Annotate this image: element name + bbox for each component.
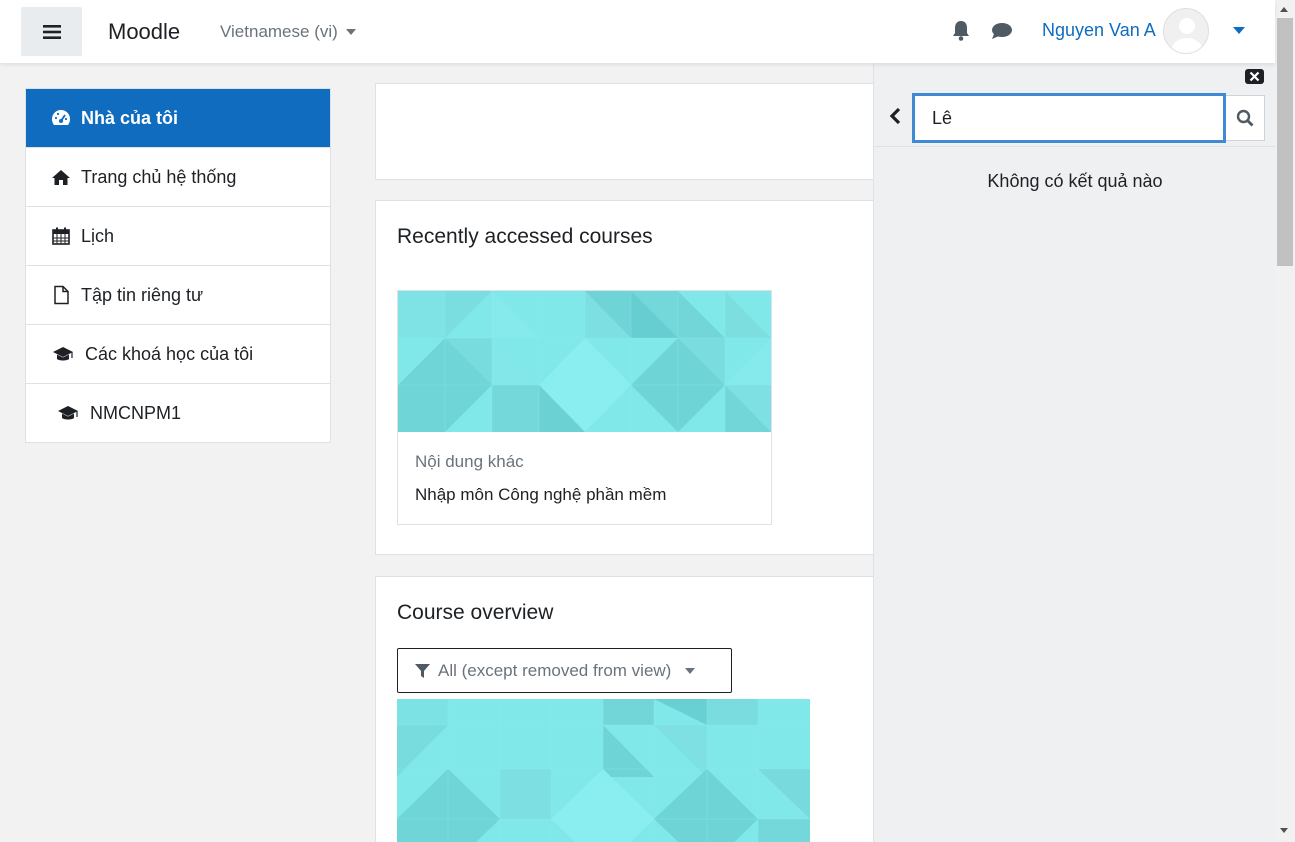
sidebar-item-course-nmcnpm1[interactable]: NMCNPM1 — [26, 384, 330, 442]
course-name-link[interactable]: Nhập môn Công nghệ phần mềm — [415, 485, 666, 505]
sidebar-item-label: Tập tin riêng tư — [81, 284, 204, 305]
page-scrollbar[interactable] — [1275, 0, 1295, 842]
language-menu[interactable]: Vietnamese (vi) — [220, 22, 356, 42]
dashboard-icon — [51, 110, 71, 125]
course-image[interactable] — [397, 699, 810, 842]
divider — [874, 146, 1276, 147]
course-category: Nội dung khác — [415, 452, 524, 471]
course-filter-dropdown[interactable]: All (except removed from view) — [397, 648, 732, 693]
message-drawer: Không có kết quả nào — [873, 63, 1276, 842]
sidebar-item-label: Trang chủ hệ thống — [81, 166, 237, 187]
avatar[interactable] — [1163, 8, 1209, 54]
course-image — [398, 291, 771, 432]
sidebar-item-calendar[interactable]: Lịch — [26, 207, 330, 266]
sidebar-item-my-courses[interactable]: Các khoá học của tôi — [26, 325, 330, 384]
block-title: Course overview — [397, 601, 554, 624]
scroll-down-arrow[interactable] — [1280, 828, 1288, 833]
message-search-input[interactable] — [912, 93, 1226, 143]
sidebar-item-label: Nhà của tôi — [81, 107, 179, 128]
menu-toggle-button[interactable] — [21, 7, 82, 56]
scroll-up-arrow[interactable] — [1280, 7, 1288, 12]
chevron-down-icon — [685, 667, 696, 674]
nav-drawer: Nhà của tôi Trang chủ hệ thống Lịch Tập … — [0, 63, 356, 842]
scrollbar-thumb[interactable] — [1277, 18, 1293, 266]
graduation-cap-icon — [53, 347, 73, 361]
empty-block — [375, 83, 873, 180]
back-icon[interactable] — [888, 107, 902, 130]
close-icon[interactable] — [1245, 69, 1264, 84]
course-overview-block: Course overview All (except removed from… — [375, 576, 873, 842]
course-card[interactable]: Nội dung khác Nhập môn Công nghệ phần mề… — [397, 290, 772, 525]
block-title: Recently accessed courses — [397, 225, 653, 248]
top-navbar: Moodle Vietnamese (vi) Nguyen Van A — [0, 0, 1275, 63]
main-region: Recently accessed courses Nội dung khác … — [356, 63, 873, 842]
language-label: Vietnamese (vi) — [220, 22, 338, 41]
file-icon — [54, 285, 69, 305]
sidebar-item-label: Các khoá học của tôi — [85, 343, 254, 364]
recent-courses-block: Recently accessed courses Nội dung khác … — [375, 200, 873, 555]
calendar-icon — [52, 227, 70, 245]
chevron-down-icon — [345, 29, 356, 35]
search-icon — [1236, 109, 1254, 127]
search-button[interactable] — [1226, 95, 1265, 141]
sidebar-item-label: NMCNPM1 — [90, 402, 182, 423]
graduation-cap-icon — [58, 406, 78, 420]
sidebar-item-site-home[interactable]: Trang chủ hệ thống — [26, 148, 330, 207]
chat-icon[interactable] — [991, 22, 1013, 45]
sidebar-item-private-files[interactable]: Tập tin riêng tư — [26, 266, 330, 325]
filter-label: All (except removed from view) — [438, 660, 672, 680]
site-brand[interactable]: Moodle — [108, 19, 180, 45]
no-results-message: Không có kết quả nào — [987, 171, 1163, 191]
sidebar-item-dashboard[interactable]: Nhà của tôi — [26, 89, 330, 148]
menu-icon — [42, 24, 61, 39]
filter-icon — [415, 663, 430, 678]
chevron-down-icon[interactable] — [1233, 27, 1245, 34]
nav-list: Nhà của tôi Trang chủ hệ thống Lịch Tập … — [25, 88, 331, 443]
home-icon — [52, 170, 70, 185]
sidebar-item-label: Lịch — [81, 225, 115, 246]
bell-icon[interactable] — [951, 20, 971, 47]
user-name-link[interactable]: Nguyen Van A — [1042, 20, 1156, 41]
